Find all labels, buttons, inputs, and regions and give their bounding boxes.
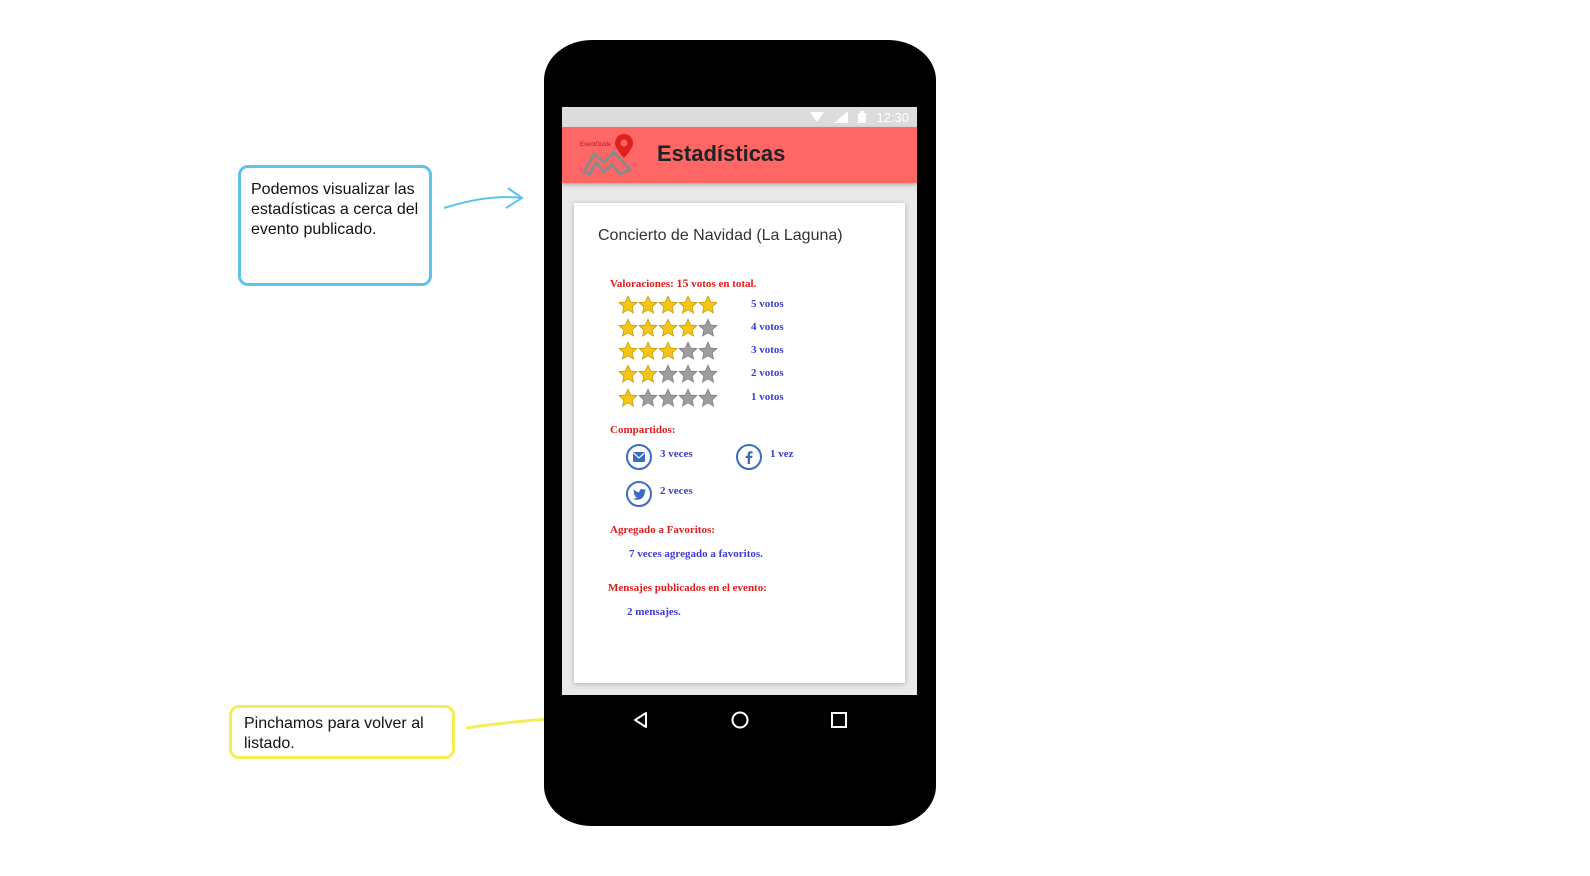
rating-votes: 5 votos: [751, 298, 784, 310]
star-rating: [618, 295, 718, 315]
phone-frame: 12:30 EventGuide Estadísticas Concierto …: [544, 40, 936, 826]
rating-votes: 1 votos: [751, 391, 784, 403]
star-filled-icon: [658, 341, 678, 360]
star-filled-icon: [678, 295, 698, 314]
email-icon[interactable]: [626, 444, 652, 470]
ratings-total: 15: [676, 276, 689, 290]
ratings-label: Valoraciones: 15 votos en total.: [610, 276, 756, 291]
star-filled-icon: [618, 318, 638, 337]
favorites-label: Agregado a Favoritos:: [610, 524, 715, 536]
star-filled-icon: [638, 295, 658, 314]
star-empty-icon: [698, 364, 718, 383]
annotation-text: Podemos visualizar las estadísticas a ce…: [251, 181, 419, 238]
rating-votes: 2 votos: [751, 367, 784, 379]
share-facebook-count: 1 vez: [770, 448, 794, 460]
stats-card: Concierto de Navidad (La Laguna) Valorac…: [574, 203, 905, 683]
status-bar: 12:30: [562, 107, 917, 127]
app-logo: EventGuide: [580, 132, 636, 178]
star-empty-icon: [678, 364, 698, 383]
star-rating: [618, 388, 718, 408]
page-title: Estadísticas: [657, 141, 786, 166]
star-filled-icon: [658, 318, 678, 337]
star-empty-icon: [678, 388, 698, 407]
rating-row-2: 2 votos: [618, 364, 818, 384]
share-email[interactable]: 3 veces: [626, 443, 693, 471]
shares-label: Compartidos:: [610, 424, 676, 436]
wifi-icon: [810, 112, 825, 122]
star-filled-icon: [618, 364, 638, 383]
annotation-note-back: Pinchamos para volver al listado.: [229, 705, 455, 759]
star-empty-icon: [658, 364, 678, 383]
ratings-label-prefix: Valoraciones:: [610, 278, 677, 290]
star-filled-icon: [698, 295, 718, 314]
rating-row-3: 3 votos: [618, 341, 818, 361]
signal-icon: [834, 111, 849, 123]
star-rating: [618, 364, 718, 384]
share-email-count: 3 veces: [660, 448, 693, 460]
star-empty-icon: [698, 341, 718, 360]
star-empty-icon: [698, 318, 718, 337]
star-filled-icon: [638, 318, 658, 337]
app-bar: EventGuide Estadísticas: [562, 127, 917, 183]
annotation-note-stats: Podemos visualizar las estadísticas a ce…: [238, 165, 432, 286]
map-pin-icon: [582, 134, 633, 176]
rating-row-5: 5 votos: [618, 295, 818, 315]
navigation-bar: [544, 700, 936, 740]
star-empty-icon: [658, 388, 678, 407]
rating-votes: 3 votos: [751, 344, 784, 356]
twitter-icon[interactable]: [626, 481, 652, 507]
rating-votes: 4 votos: [751, 321, 784, 333]
star-empty-icon: [698, 388, 718, 407]
phone-screen: 12:30 EventGuide Estadísticas Concierto …: [562, 107, 917, 695]
share-facebook[interactable]: 1 vez: [736, 443, 794, 471]
home-button[interactable]: [730, 710, 750, 730]
rating-row-4: 4 votos: [618, 318, 818, 338]
facebook-icon[interactable]: [736, 444, 762, 470]
star-rating: [618, 341, 718, 361]
favorites-text: 7 veces agregado a favoritos.: [629, 548, 763, 560]
star-empty-icon: [678, 341, 698, 360]
star-filled-icon: [638, 364, 658, 383]
star-filled-icon: [678, 318, 698, 337]
star-filled-icon: [618, 388, 638, 407]
logo-text: EventGuide: [580, 142, 612, 148]
ratings-label-suffix: votos en total.: [688, 278, 757, 290]
star-rating: [618, 318, 718, 338]
annotation-text: Pinchamos para volver al listado.: [244, 715, 424, 752]
star-filled-icon: [638, 341, 658, 360]
rating-row-1: 1 votos: [618, 388, 818, 408]
battery-icon: [858, 111, 867, 123]
share-twitter[interactable]: 2 veces: [626, 480, 693, 508]
messages-text: 2 mensajes.: [627, 606, 681, 618]
recents-button[interactable]: [829, 710, 849, 730]
messages-label: Mensajes publicados en el evento:: [608, 582, 767, 594]
star-filled-icon: [618, 341, 638, 360]
star-filled-icon: [658, 295, 678, 314]
share-twitter-count: 2 veces: [660, 485, 693, 497]
back-button[interactable]: [631, 710, 651, 730]
star-empty-icon: [638, 388, 658, 407]
event-title: Concierto de Navidad (La Laguna): [598, 227, 843, 244]
status-time: 12:30: [876, 109, 909, 125]
star-filled-icon: [618, 295, 638, 314]
